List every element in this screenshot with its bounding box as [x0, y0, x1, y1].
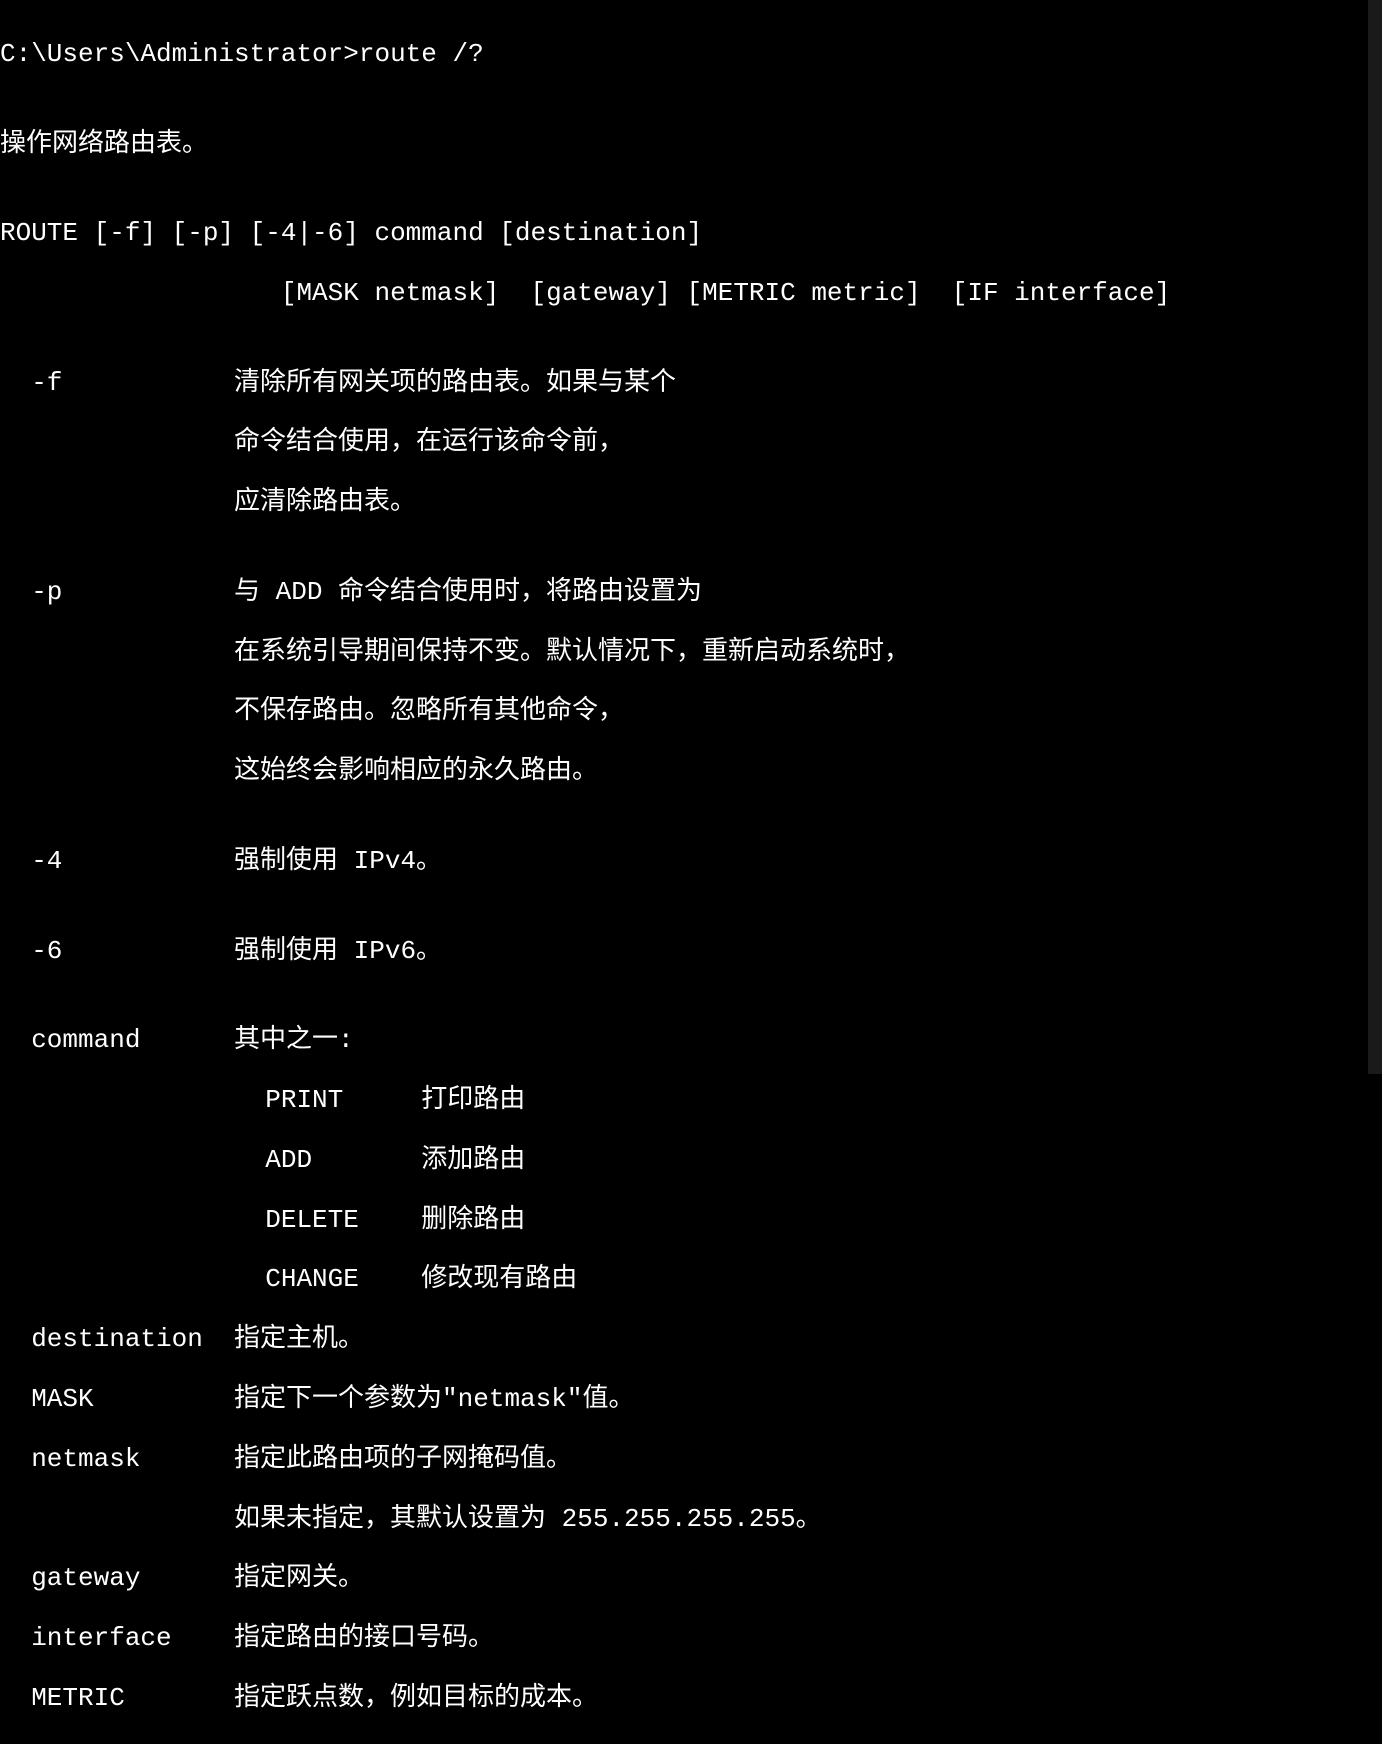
option-p-line-3: 不保存路由。忽略所有其他命令， — [0, 697, 1382, 727]
command-change-line: CHANGE 修改现有路由 — [0, 1265, 1382, 1295]
prompt-line: C:\Users\Administrator>route /? — [0, 40, 1382, 70]
command-print-line: PRINT 打印路由 — [0, 1086, 1382, 1116]
interface-line: interface 指定路由的接口号码。 — [0, 1624, 1382, 1654]
netmask-line-2: 如果未指定，其默认设置为 255.255.255.255。 — [0, 1505, 1382, 1535]
description-line: 操作网络路由表。 — [0, 130, 1382, 160]
destination-line: destination 指定主机。 — [0, 1325, 1382, 1355]
command-add-line: ADD 添加路由 — [0, 1146, 1382, 1176]
command-line-1: command 其中之一: — [0, 1026, 1382, 1056]
option-p-line-1: -p 与 ADD 命令结合使用时，将路由设置为 — [0, 578, 1382, 608]
terminal-output[interactable]: C:\Users\Administrator>route /? 操作网络路由表。… — [0, 0, 1382, 1744]
scrollbar-vertical[interactable] — [1368, 0, 1382, 1074]
option-p-line-2: 在系统引导期间保持不变。默认情况下，重新启动系统时， — [0, 638, 1382, 668]
metric-line: METRIC 指定跃点数，例如目标的成本。 — [0, 1684, 1382, 1714]
option-f-line-1: -f 清除所有网关项的路由表。如果与某个 — [0, 369, 1382, 399]
option-f-line-2: 命令结合使用，在运行该命令前， — [0, 428, 1382, 458]
option-p-line-4: 这始终会影响相应的永久路由。 — [0, 757, 1382, 787]
option-6-line: -6 强制使用 IPv6。 — [0, 937, 1382, 967]
syntax-line-2: [MASK netmask] [gateway] [METRIC metric]… — [0, 279, 1382, 309]
command-delete-line: DELETE 删除路由 — [0, 1206, 1382, 1236]
option-f-line-3: 应清除路由表。 — [0, 488, 1382, 518]
mask-line: MASK 指定下一个参数为"netmask"值。 — [0, 1385, 1382, 1415]
netmask-line-1: netmask 指定此路由项的子网掩码值。 — [0, 1445, 1382, 1475]
option-4-line: -4 强制使用 IPv4。 — [0, 847, 1382, 877]
syntax-line-1: ROUTE [-f] [-p] [-4|-6] command [destina… — [0, 219, 1382, 249]
gateway-line: gateway 指定网关。 — [0, 1564, 1382, 1594]
